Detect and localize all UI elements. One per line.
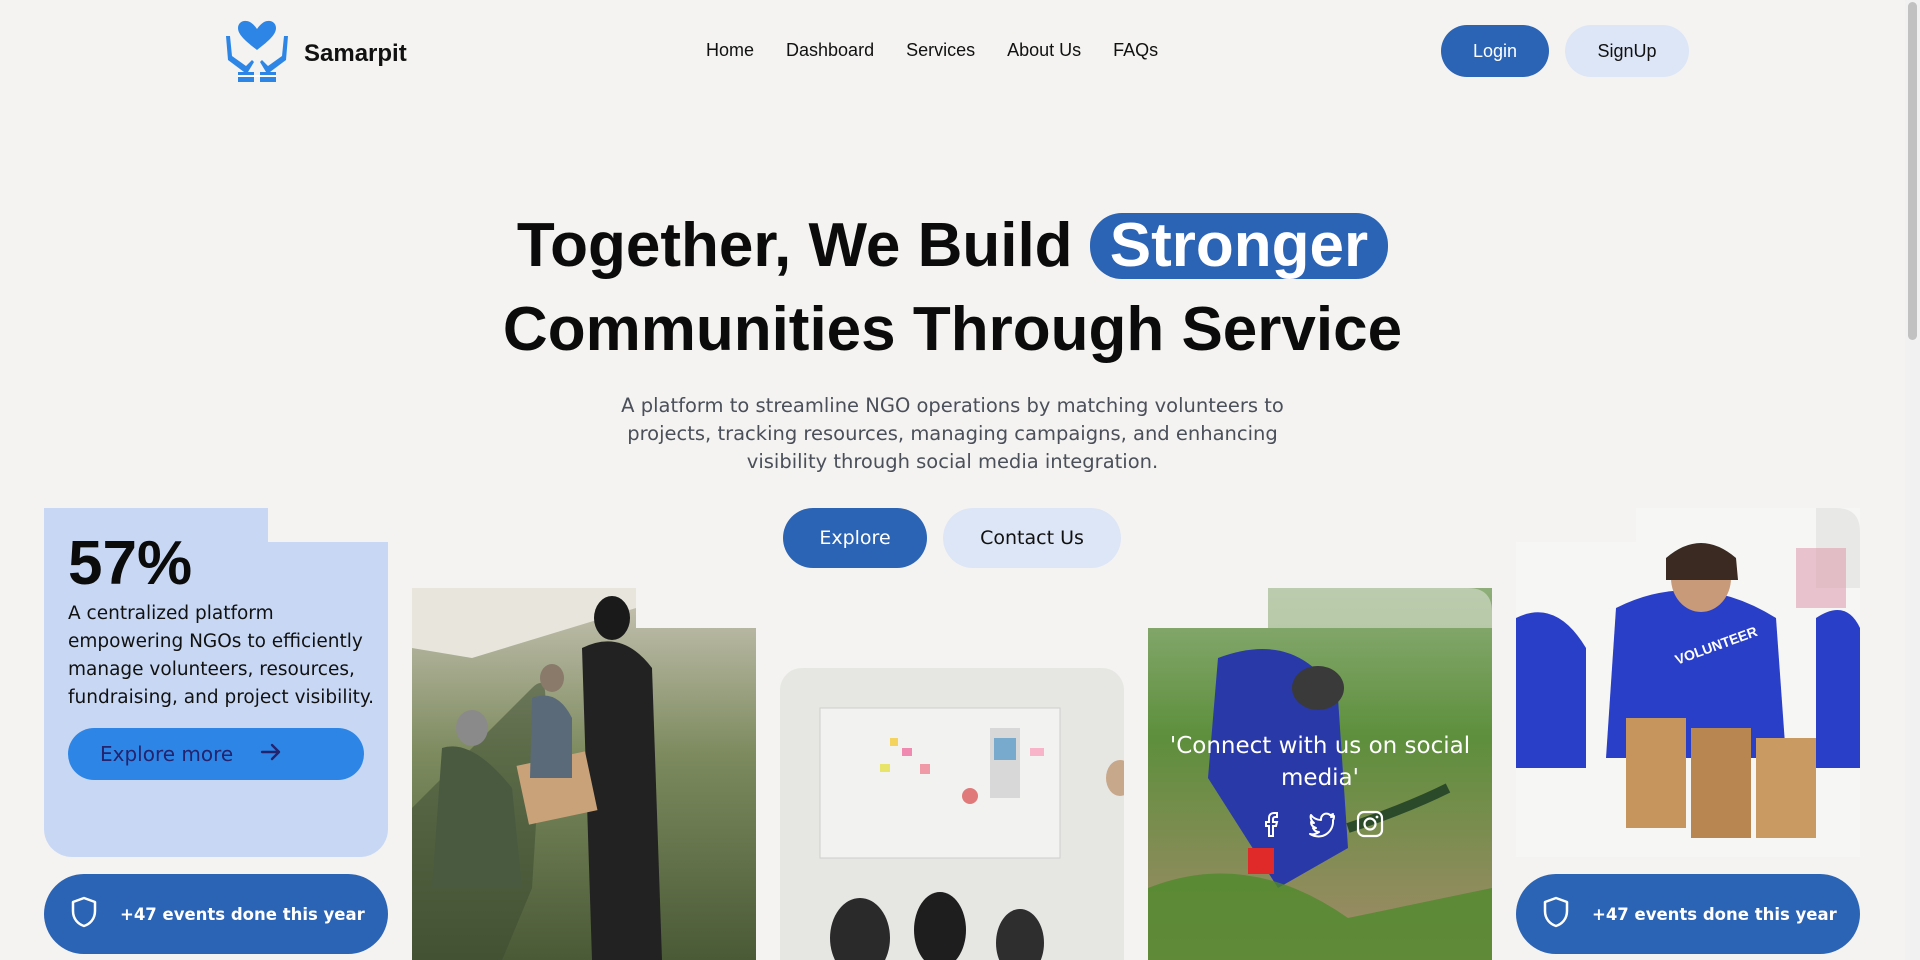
login-button[interactable]: Login — [1441, 25, 1549, 77]
photo-team-meeting — [780, 668, 1124, 960]
facebook-icon[interactable] — [1258, 808, 1290, 840]
photo-volunteers-aid — [412, 588, 756, 960]
hero-title-part1: Together, We Build — [516, 211, 1073, 280]
scrollbar[interactable] — [1905, 0, 1920, 960]
events-text: +47 events done this year — [120, 904, 365, 924]
stat-description: A centralized platform empowering NGOs t… — [68, 603, 375, 708]
shield-icon — [70, 896, 98, 932]
events-badge-right: +47 events done this year — [1516, 874, 1860, 954]
hands-heart-logo-icon — [224, 20, 290, 87]
stat-card: 57% A centralized platform empowering NG… — [44, 508, 388, 857]
hero-title-line1: Together, We Build Stronger — [0, 204, 1905, 288]
social-cta-text: 'Connect with us on social media' — [1169, 733, 1471, 791]
hero-title-highlight: Stronger — [1089, 213, 1389, 279]
nav-dashboard[interactable]: Dashboard — [786, 40, 874, 61]
hero-cta: Explore Contact Us — [783, 508, 1121, 568]
nav-services[interactable]: Services — [906, 40, 975, 61]
explore-more-button[interactable]: Explore more — [68, 728, 364, 780]
hero-subtitle: A platform to streamline NGO operations … — [621, 394, 1284, 473]
brand[interactable]: Samarpit — [224, 20, 407, 87]
nav-about-us[interactable]: About Us — [1007, 40, 1081, 61]
twitter-icon[interactable] — [1306, 808, 1338, 840]
shield-icon — [1542, 896, 1570, 932]
hero-title-line2: Communities Through Service — [502, 295, 1403, 364]
photo-volunteer-packing: VOLUNTEER — [1516, 508, 1860, 857]
stat-value: 57% — [68, 529, 193, 598]
card-notch — [268, 508, 388, 542]
events-text: +47 events done this year — [1592, 904, 1837, 924]
explore-button[interactable]: Explore — [783, 508, 927, 568]
nav-home[interactable]: Home — [706, 40, 754, 61]
instagram-icon[interactable] — [1354, 808, 1386, 840]
arrow-right-icon — [259, 740, 283, 769]
explore-more-label: Explore more — [100, 742, 234, 766]
signup-button[interactable]: SignUp — [1565, 25, 1689, 77]
scrollbar-thumb[interactable] — [1908, 2, 1917, 340]
top-nav: Samarpit Home Dashboard Services About U… — [0, 0, 1905, 100]
brand-name: Samarpit — [304, 39, 407, 67]
contact-us-button[interactable]: Contact Us — [943, 508, 1121, 568]
nav-faqs[interactable]: FAQs — [1113, 40, 1158, 61]
events-badge-left: +47 events done this year — [44, 874, 388, 954]
social-icons — [1258, 808, 1386, 840]
main-menu: Home Dashboard Services About Us FAQs — [706, 40, 1158, 61]
auth-buttons: Login SignUp — [1441, 25, 1689, 77]
